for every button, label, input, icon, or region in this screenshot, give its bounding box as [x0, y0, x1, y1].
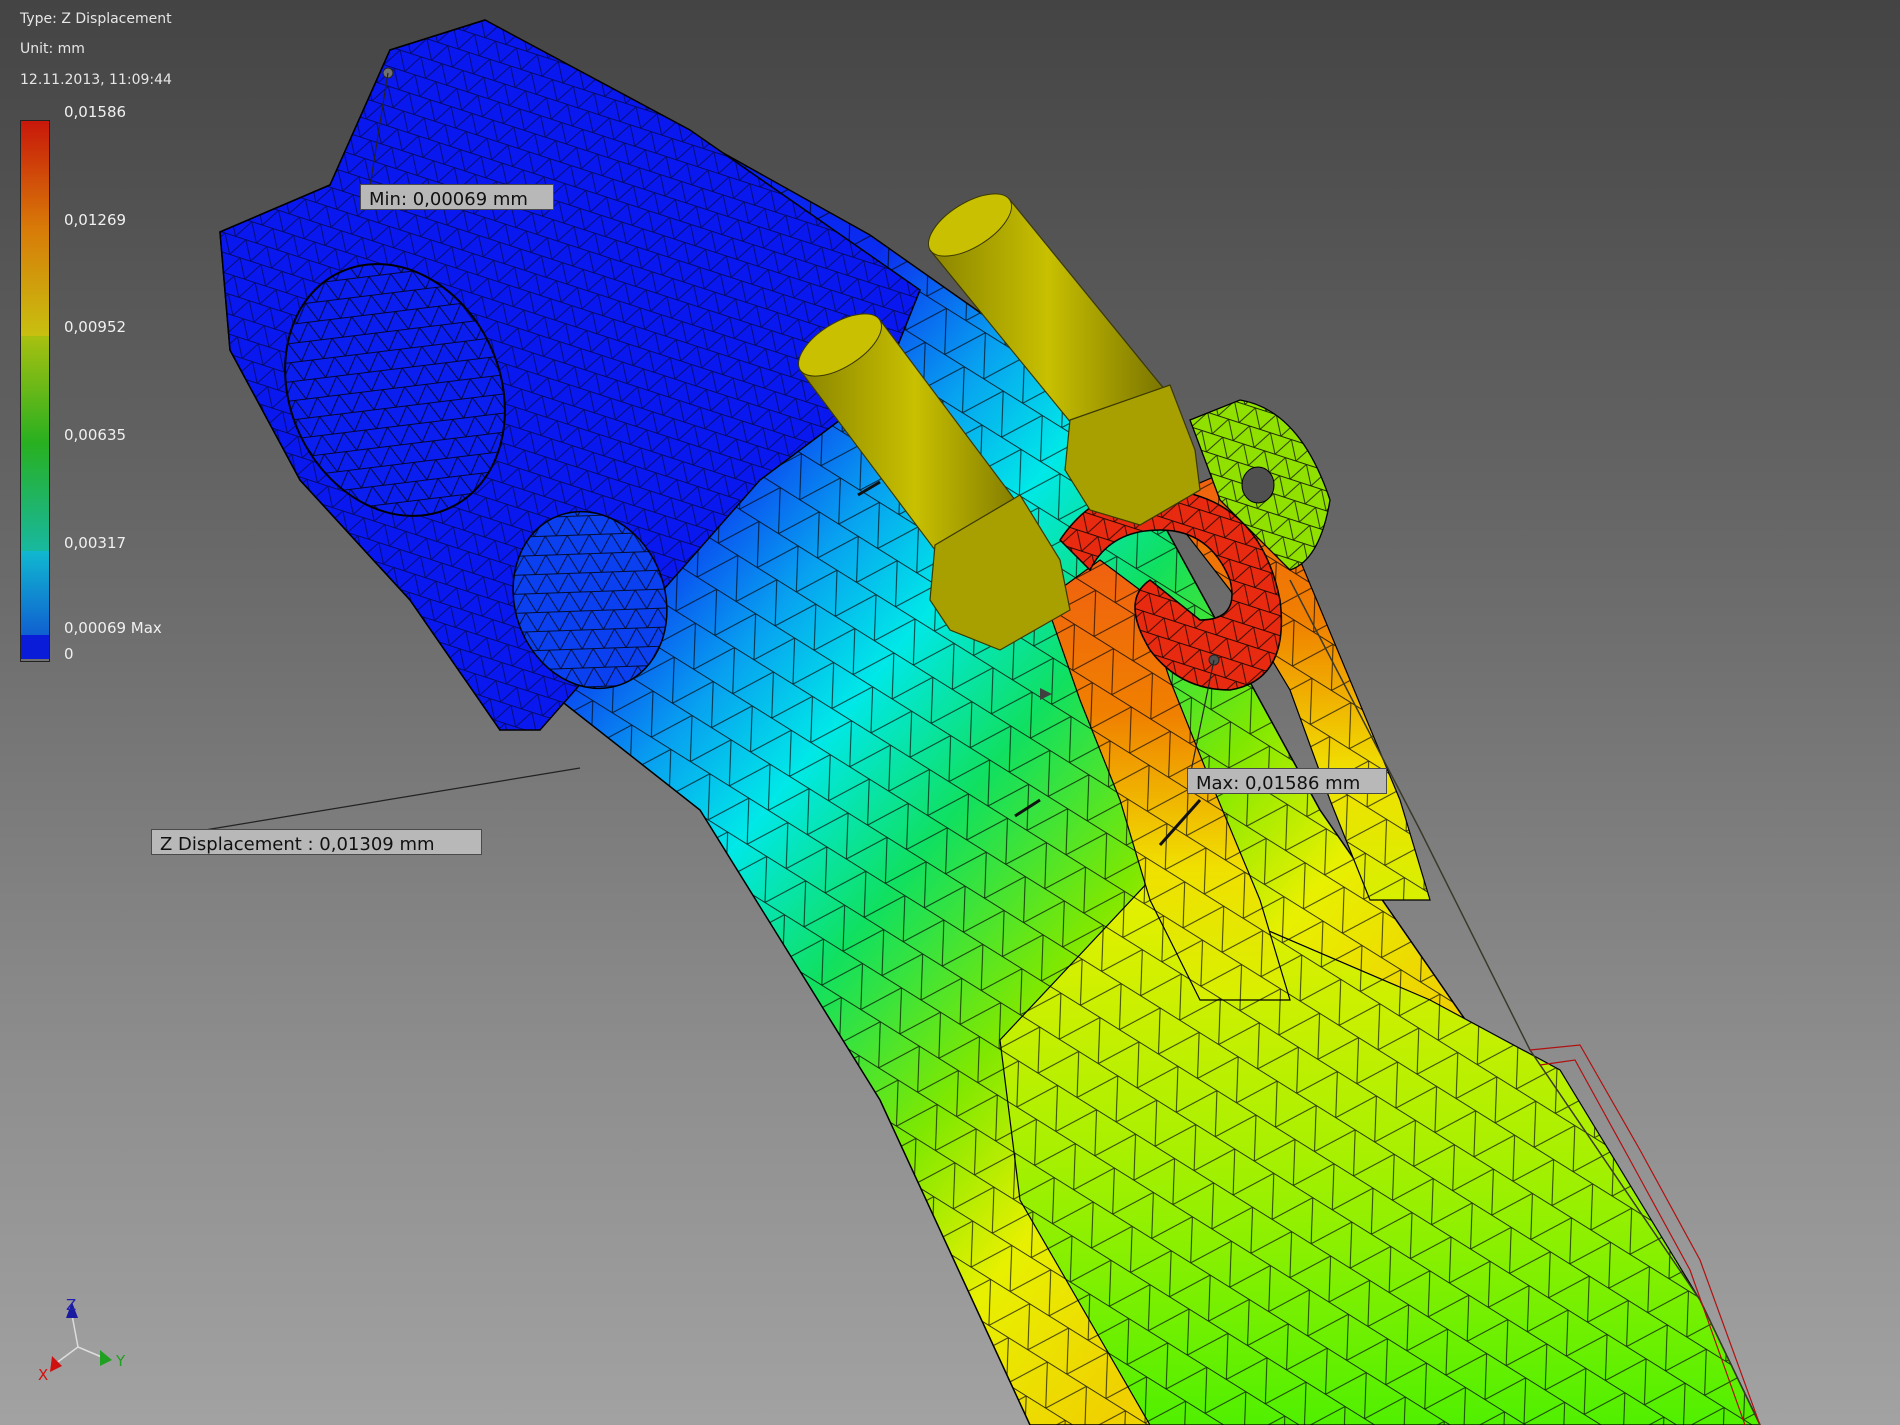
view-triad[interactable] — [50, 1302, 112, 1372]
triad-label-y: Y — [116, 1352, 126, 1370]
legend-seg-6 — [21, 635, 49, 659]
triad-label-x: X — [38, 1366, 49, 1384]
lug-hole — [1241, 466, 1275, 504]
legend-tick-4: 0,00317 — [64, 534, 127, 552]
legend-tick-6: 0 — [64, 645, 74, 663]
legend-seg-2 — [21, 228, 49, 336]
legend-tick-2: 0,00952 — [64, 318, 127, 336]
fea-viewport[interactable] — [0, 0, 1900, 1425]
legend-tick-3: 0,00635 — [64, 426, 127, 444]
probe-callout[interactable]: Z Displacement : 0,01309 mm — [151, 829, 482, 855]
max-callout[interactable]: Max: 0,01586 mm — [1187, 768, 1387, 794]
legend-seg-3 — [21, 336, 49, 443]
result-type: Type: Z Displacement — [20, 11, 172, 27]
x-axis-cone — [50, 1356, 62, 1372]
legend-tick-5: 0,00069 Max — [64, 619, 162, 637]
min-callout[interactable]: Min: 0,00069 mm — [360, 184, 554, 210]
legend-seg-4 — [21, 443, 49, 551]
legend-color-bar — [20, 120, 50, 662]
result-unit: Unit: mm — [20, 41, 85, 57]
triad-label-z: Z — [66, 1296, 77, 1314]
legend-tick-1: 0,01269 — [64, 211, 127, 229]
legend-tick-0: 0,01586 — [64, 103, 127, 121]
legend-seg-1 — [21, 121, 49, 228]
result-datetime: 12.11.2013, 11:09:44 — [20, 72, 172, 88]
legend-seg-5 — [21, 551, 49, 635]
y-axis-cone — [100, 1350, 112, 1366]
